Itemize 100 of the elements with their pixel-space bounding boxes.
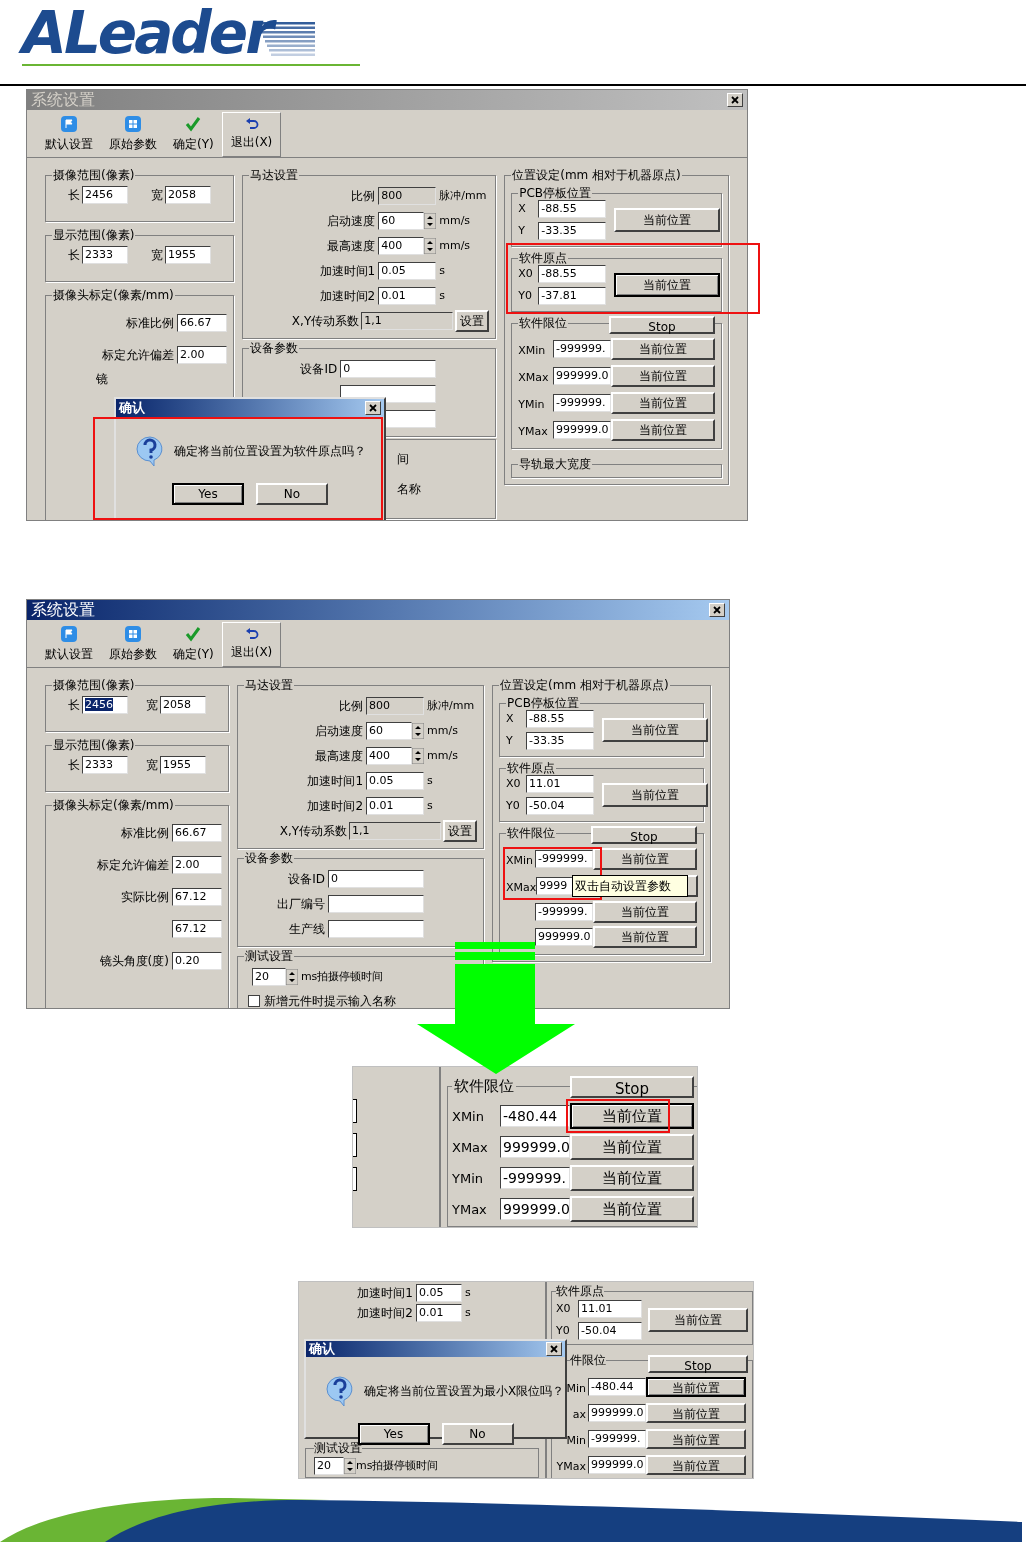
text-field[interactable]: 2.00 <box>177 346 228 364</box>
text-field[interactable]: 2333 <box>82 246 128 264</box>
text-field[interactable]: 999999.0 <box>588 1404 646 1422</box>
text-field[interactable]: 2456 <box>82 186 128 204</box>
text-field[interactable]: -480.44 <box>588 1378 646 1396</box>
text-field[interactable]: -999999. <box>553 394 611 412</box>
text-field[interactable]: -50.04 <box>578 1322 642 1340</box>
text-field[interactable]: 60 <box>366 722 413 740</box>
toolbar-button[interactable]: 退出(X) <box>221 622 282 667</box>
field-label: YMax <box>452 1201 487 1217</box>
position-button[interactable]: 当前位置 <box>570 1164 694 1191</box>
text-field[interactable]: 999999.0 <box>500 1135 570 1158</box>
text-field[interactable]: -50.04 <box>526 797 595 815</box>
position-button[interactable]: 当前位置 <box>614 208 721 232</box>
text-field[interactable]: 20 <box>314 1457 344 1475</box>
toolbar-button[interactable]: 原始参数 <box>101 112 165 157</box>
text-field[interactable]: 0.20 <box>171 952 222 970</box>
text-field[interactable]: -88.55 <box>538 265 607 283</box>
dialog-button[interactable]: Yes <box>172 483 244 505</box>
text-field[interactable]: -480.44 <box>500 1104 570 1127</box>
stop-button[interactable]: Stop <box>609 316 715 334</box>
text-field[interactable]: 0.01 <box>378 287 437 305</box>
position-button[interactable]: 当前位置 <box>570 1195 694 1222</box>
text-field[interactable]: 0.05 <box>366 772 425 790</box>
position-button[interactable]: 当前位置 <box>611 338 715 360</box>
position-button[interactable]: 当前位置 <box>602 718 709 742</box>
text-field[interactable]: 2058 <box>165 186 212 204</box>
toolbar-button[interactable]: 原始参数 <box>101 622 165 667</box>
field-label: 生产线 <box>289 921 326 938</box>
position-button[interactable]: 当前位置 <box>611 392 715 414</box>
position-button[interactable]: 当前位置 <box>593 926 697 948</box>
text-field[interactable]: 2333 <box>82 756 128 774</box>
text-field[interactable]: 0.05 <box>378 262 437 280</box>
text-field[interactable]: -999999. <box>588 1430 646 1448</box>
text-field[interactable]: 0.01 <box>416 1304 462 1322</box>
position-button[interactable]: 当前位置 <box>646 1429 746 1449</box>
stop-button[interactable]: Stop <box>591 826 697 844</box>
text-field[interactable]: 11.01 <box>578 1300 642 1318</box>
group-title: 摄像头标定(像素/mm) <box>52 288 175 302</box>
toolbar-button[interactable]: 默认设置 <box>37 112 101 157</box>
text-field[interactable]: -999999. <box>535 903 593 921</box>
field-label: YMin <box>518 398 545 411</box>
text-field[interactable]: 999999.0 <box>588 1456 646 1474</box>
text-field[interactable]: 11.01 <box>526 775 595 793</box>
text-field[interactable]: -33.35 <box>538 222 607 240</box>
position-button[interactable]: 当前位置 <box>570 1102 694 1129</box>
text-field[interactable]: 20 <box>251 968 286 986</box>
text-field[interactable]: 400 <box>366 747 413 765</box>
text-field[interactable]: -88.55 <box>538 200 607 218</box>
text-field[interactable]: 2.00 <box>171 856 222 874</box>
text-field[interactable]: 66.67 <box>177 314 228 332</box>
text-field[interactable]: 1955 <box>159 756 206 774</box>
text-field[interactable]: -33.35 <box>526 732 595 750</box>
position-button[interactable]: 当前位置 <box>593 901 697 923</box>
position-button[interactable]: 当前位置 <box>611 365 715 387</box>
text-field[interactable]: 999999.0 <box>553 367 611 385</box>
group-title: 设备参数 <box>243 851 294 865</box>
text-field[interactable]: 66.67 <box>171 824 222 842</box>
position-button[interactable]: 当前位置 <box>646 1377 746 1397</box>
text-field[interactable]: 60 <box>378 212 425 230</box>
text-field[interactable]: -999999. <box>553 340 611 358</box>
text-field[interactable]: 67.12 <box>171 920 222 938</box>
text-field[interactable]: -37.81 <box>538 287 607 305</box>
text-field[interactable]: -999999. <box>535 850 593 868</box>
text-field[interactable]: -999999. <box>500 1166 570 1189</box>
position-button[interactable]: 当前位置 <box>646 1455 746 1475</box>
position-button[interactable]: 当前位置 <box>648 1308 748 1332</box>
toolbar-button[interactable]: 确定(Y) <box>165 112 222 157</box>
dialog-button[interactable]: No <box>441 1423 514 1445</box>
text-field[interactable]: 999999.0 <box>500 1197 570 1220</box>
position-button[interactable]: 当前位置 <box>614 273 721 297</box>
unit-label: mm/s <box>427 747 459 764</box>
text-field[interactable]: 0 <box>340 360 437 378</box>
stop-button[interactable]: Stop <box>648 1355 748 1373</box>
field-label: 加速时间1 <box>357 1285 413 1302</box>
text-field[interactable]: 0.01 <box>366 797 425 815</box>
position-button[interactable]: 当前位置 <box>602 783 709 807</box>
label-fragment: 间 <box>397 452 410 466</box>
dialog-button[interactable]: No <box>256 483 328 505</box>
position-button[interactable]: 当前位置 <box>593 848 697 870</box>
text-field[interactable]: 67.12 <box>171 888 222 906</box>
text-field[interactable]: -88.55 <box>526 710 595 728</box>
unit-label: s <box>439 287 446 304</box>
text-field[interactable]: 999999.0 <box>553 421 611 439</box>
position-button[interactable]: 当前位置 <box>646 1403 746 1423</box>
dialog-button[interactable]: Yes <box>357 1423 430 1445</box>
toolbar-button[interactable]: 确定(Y) <box>165 622 222 667</box>
text-field[interactable]: 0 <box>328 870 425 888</box>
text-field[interactable]: 2058 <box>159 696 206 714</box>
text-field[interactable]: 0.05 <box>416 1284 462 1302</box>
position-button[interactable]: 当前位置 <box>611 419 715 441</box>
position-button[interactable]: 当前位置 <box>570 1133 694 1160</box>
text-field[interactable]: 999999.0 <box>535 928 593 946</box>
text-field[interactable]: 2456 <box>82 696 128 714</box>
text-field[interactable]: 400 <box>378 237 425 255</box>
stop-button[interactable]: Stop <box>570 1075 694 1098</box>
toolbar-button[interactable]: 退出(X) <box>221 112 282 157</box>
toolbar-button[interactable]: 默认设置 <box>37 622 101 667</box>
field-label: 宽 <box>145 757 158 774</box>
text-field[interactable]: 1955 <box>165 246 212 264</box>
